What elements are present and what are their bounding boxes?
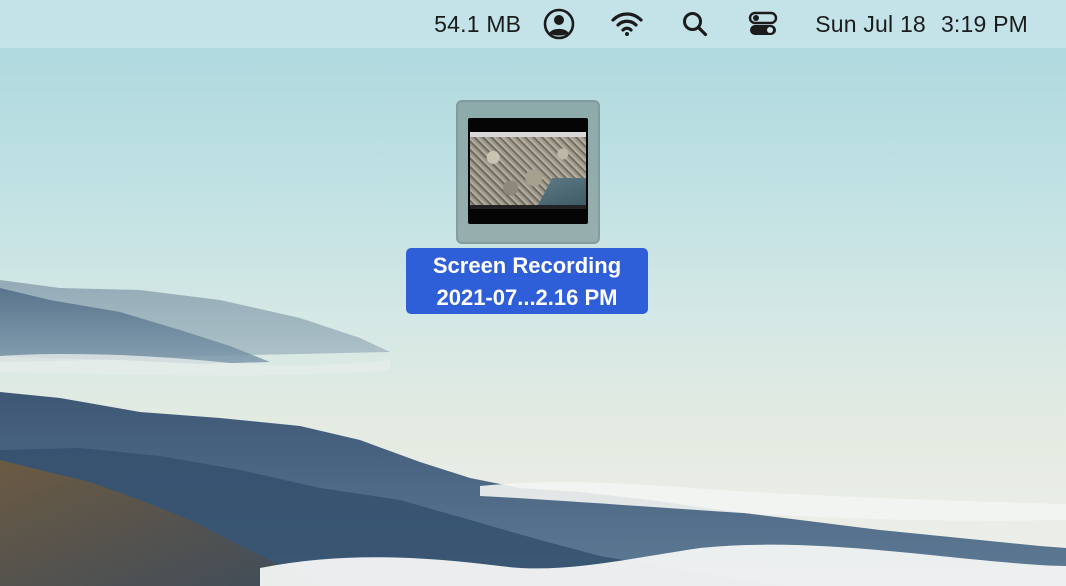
wifi-icon[interactable] — [609, 0, 645, 48]
control-center-icon[interactable] — [745, 0, 781, 48]
screen-recording-file-icon[interactable] — [456, 100, 600, 244]
user-icon[interactable] — [541, 0, 577, 48]
memory-usage-status[interactable]: 54.1 MB — [434, 0, 521, 48]
menubar-date[interactable]: Sun Jul 18 — [815, 0, 926, 48]
thumbnail-controls-strip — [470, 205, 586, 209]
menu-bar: 54.1 MB Sun Jul 18 3:19 PM — [0, 0, 1066, 48]
video-thumbnail — [468, 118, 588, 224]
menubar-time[interactable]: 3:19 PM — [941, 0, 1028, 48]
desktop[interactable]: 54.1 MB Sun Jul 18 3:19 PM Screen Record… — [0, 0, 1066, 586]
search-icon[interactable] — [677, 0, 713, 48]
file-name-line2: 2021-07...2.16 PM — [436, 285, 618, 310]
file-name-label[interactable]: Screen Recording 2021-07...2.16 PM — [406, 248, 648, 314]
file-name-line1: Screen Recording — [432, 253, 622, 278]
